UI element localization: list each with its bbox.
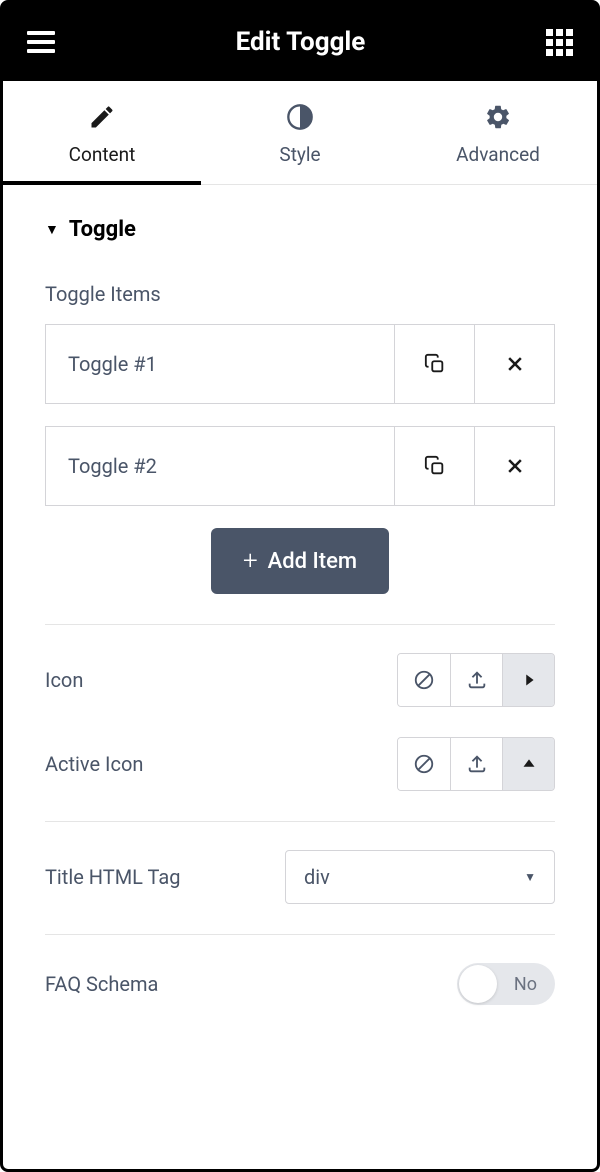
duplicate-button[interactable]: [394, 325, 474, 403]
apps-button[interactable]: [546, 29, 573, 56]
icon-none-button[interactable]: [398, 654, 450, 706]
tab-label: Advanced: [456, 143, 540, 166]
icon-picker: [397, 653, 555, 707]
switch-knob: [459, 965, 497, 1003]
menu-button[interactable]: [27, 31, 55, 53]
pencil-icon: [88, 103, 116, 131]
add-item-button[interactable]: + Add Item: [211, 528, 389, 594]
toggle-item-title[interactable]: Toggle #1: [46, 325, 394, 403]
icon-upload-button[interactable]: [450, 654, 502, 706]
icon-none-button[interactable]: [398, 738, 450, 790]
panel-title: Edit Toggle: [236, 27, 366, 57]
section-title: Toggle: [69, 217, 136, 242]
remove-button[interactable]: [474, 427, 554, 505]
tab-label: Content: [69, 143, 136, 166]
ban-icon: [413, 753, 435, 775]
toggle-item[interactable]: Toggle #2: [45, 426, 555, 506]
divider: [45, 934, 555, 935]
title-tag-value: div: [304, 865, 330, 889]
upload-icon: [466, 753, 488, 775]
tab-label: Style: [279, 143, 320, 166]
icon-library-button[interactable]: [502, 738, 554, 790]
switch-value: No: [514, 974, 537, 995]
title-tag-label: Title HTML Tag: [45, 865, 180, 889]
ban-icon: [413, 669, 435, 691]
close-icon: [505, 456, 525, 476]
title-tag-select[interactable]: div ▼: [285, 850, 555, 904]
duplicate-button[interactable]: [394, 427, 474, 505]
active-icon-picker: [397, 737, 555, 791]
copy-icon: [424, 353, 446, 375]
remove-button[interactable]: [474, 325, 554, 403]
tab-advanced[interactable]: Advanced: [399, 81, 597, 184]
section-toggle-header[interactable]: ▼ Toggle: [45, 217, 555, 242]
plus-icon: +: [243, 546, 258, 576]
icon-upload-button[interactable]: [450, 738, 502, 790]
caret-up-icon: [518, 753, 540, 775]
icon-library-button[interactable]: [502, 654, 554, 706]
divider: [45, 624, 555, 625]
close-icon: [505, 354, 525, 374]
tab-content[interactable]: Content: [3, 81, 201, 184]
contrast-icon: [286, 103, 314, 131]
icon-label: Icon: [45, 668, 83, 692]
upload-icon: [466, 669, 488, 691]
caret-right-icon: [518, 669, 540, 691]
divider: [45, 821, 555, 822]
tab-style[interactable]: Style: [201, 81, 399, 184]
add-item-label: Add Item: [268, 549, 357, 574]
active-icon-label: Active Icon: [45, 752, 143, 776]
toggle-items-label: Toggle Items: [45, 282, 555, 306]
faq-schema-label: FAQ Schema: [45, 972, 158, 996]
toggle-item-title[interactable]: Toggle #2: [46, 427, 394, 505]
tabs: Content Style Advanced: [3, 81, 597, 185]
faq-schema-switch[interactable]: No: [457, 963, 555, 1005]
gear-icon: [484, 103, 512, 131]
chevron-down-icon: ▼: [45, 221, 59, 238]
toggle-item[interactable]: Toggle #1: [45, 324, 555, 404]
chevron-down-icon: ▼: [524, 870, 536, 884]
copy-icon: [424, 455, 446, 477]
